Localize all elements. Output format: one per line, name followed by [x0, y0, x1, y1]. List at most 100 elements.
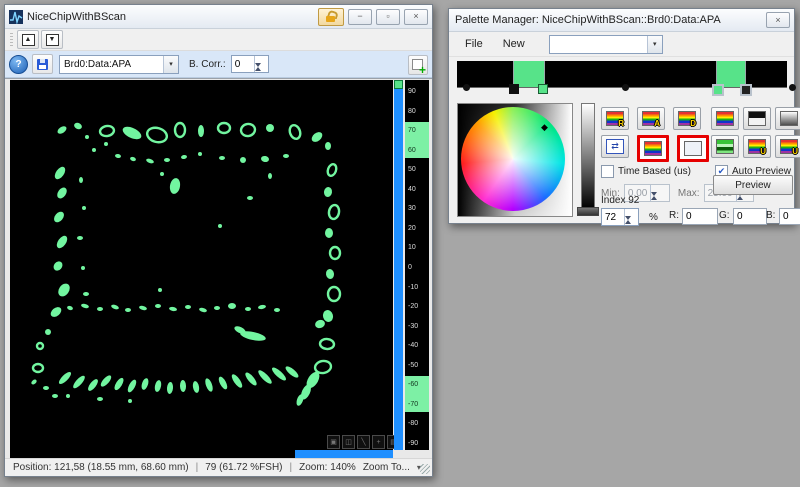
bscan-blob [85, 135, 89, 139]
bscan-blob [52, 260, 65, 273]
bscan-blob [121, 124, 143, 142]
color-wheel-marker[interactable]: ◆ [541, 123, 548, 132]
bscan-blob [115, 154, 122, 159]
pane-down-icon: ▼ [46, 34, 59, 46]
bscan-titlebar[interactable]: NiceChipWithBScan − ▫ × [5, 5, 432, 29]
viewport-tool-button[interactable]: ◫ [342, 435, 355, 449]
colorbar-tick-label: -60 [408, 381, 418, 389]
palette-marker-square[interactable] [712, 84, 724, 96]
brightness-slider-thumb[interactable] [577, 207, 599, 216]
bscan-blob [199, 307, 208, 313]
palette-marker-square[interactable] [538, 84, 548, 94]
add-view-button[interactable]: + [408, 55, 428, 75]
viewport-tool-button[interactable]: ╲ [357, 435, 370, 449]
pane-up-button[interactable]: ▲ [17, 30, 39, 49]
preview-button[interactable]: Preview [713, 175, 793, 195]
chevron-down-icon[interactable]: ▾ [163, 56, 178, 73]
colorbar-tick-label: 10 [408, 244, 416, 252]
scroll-cap[interactable] [394, 80, 403, 89]
preset-select[interactable]: ▾ [549, 35, 663, 54]
minimize-button[interactable]: − [348, 9, 372, 25]
palette-preset-button-rainbow[interactable]: U [775, 135, 800, 158]
colorbar-tick-label: -50 [408, 362, 418, 370]
palette-preset-button-gray[interactable] [775, 107, 800, 130]
horizontal-scrollbar[interactable] [5, 450, 432, 458]
viewport-tool-button[interactable]: ▣ [327, 435, 340, 449]
vertical-scrollbar[interactable] [394, 80, 403, 452]
bscan-blob [314, 319, 326, 330]
pane-down-button[interactable]: ▼ [41, 30, 63, 49]
r-field[interactable]: 0 [682, 208, 718, 225]
menu-file[interactable]: File [455, 35, 493, 53]
palette-titlebar[interactable]: Palette Manager: NiceChipWithBScan::Brd0… [449, 9, 794, 32]
b-field[interactable]: 0 [779, 208, 800, 225]
palette-preset-button-rainbow[interactable]: A [637, 107, 665, 130]
save-button[interactable] [32, 54, 53, 74]
bscan-blob [288, 124, 302, 141]
chevron-down-icon[interactable]: ▾ [647, 36, 662, 53]
bscan-blob [37, 343, 43, 349]
palette-preset-button-rainbow[interactable]: D [673, 107, 701, 130]
resize-grip[interactable] [420, 464, 430, 474]
rainbow-palette-icon: R [606, 111, 624, 126]
time-based-checkbox[interactable]: Time Based (us) [601, 165, 691, 178]
palette-content: ◆ RAD ⇄ UU Time Based (us) Min: 0.00 Max… [449, 57, 794, 223]
palette-marker-circle[interactable] [463, 84, 470, 91]
bscan-blob [328, 204, 340, 220]
hscroll-thumb[interactable] [295, 450, 393, 458]
checkbox-icon[interactable] [601, 165, 614, 178]
menu-new[interactable]: New [493, 35, 535, 53]
bscan-blob [270, 366, 287, 383]
bscan-blob [56, 125, 68, 136]
palette-marker-square[interactable] [509, 84, 519, 94]
close-button[interactable]: × [404, 9, 428, 25]
status-bar: Position: 121,58 (18.55 mm, 68.60 mm) | … [5, 458, 432, 476]
close-button[interactable]: × [766, 12, 790, 28]
palette-preset-button-rainbow[interactable] [711, 107, 739, 130]
zoom-to-dropdown[interactable]: Zoom To... [363, 462, 410, 473]
bscan-image[interactable] [10, 80, 393, 452]
palette-marker-circle[interactable] [622, 84, 629, 91]
palette-window-title: Palette Manager: NiceChipWithBScan::Brd0… [455, 14, 762, 26]
viewport-tool-button[interactable]: + [372, 435, 385, 449]
bscan-blob [325, 142, 331, 150]
status-position: Position: 121,58 (18.55 mm, 68.60 mm) [13, 462, 189, 473]
bscan-blob [169, 177, 182, 194]
palette-preset-button-white[interactable] [677, 135, 709, 162]
bcorr-label: B. Corr.: [189, 59, 226, 70]
palette-strip-markers [457, 81, 787, 95]
spin-down-icon[interactable] [255, 67, 267, 78]
bscan-blob [181, 155, 188, 160]
g-field[interactable]: 0 [733, 208, 767, 225]
palette-marker-square[interactable] [740, 84, 752, 96]
bscan-blob [66, 394, 70, 398]
help-button[interactable]: ? [9, 55, 28, 74]
palette-preset-button-arrows[interactable]: ⇄ [601, 135, 629, 158]
bscan-blob [192, 381, 200, 394]
brightness-slider[interactable] [581, 103, 595, 209]
toolbar-grip[interactable] [10, 33, 13, 47]
bscan-blob [217, 375, 229, 390]
percent-stepper[interactable]: 72 [601, 208, 639, 226]
palette-preset-button-rainbow[interactable]: U [743, 135, 771, 158]
color-wheel[interactable]: ◆ [461, 107, 565, 211]
palette-preset-button-rainbow[interactable] [637, 135, 669, 162]
bscan-blob [284, 365, 300, 380]
time-based-label: Time Based (us) [618, 166, 691, 177]
colorbar-tick-label: -20 [408, 303, 418, 311]
palette-preset-button-green[interactable] [711, 135, 739, 158]
bscan-blob [198, 152, 202, 156]
palette-preset-button-bw[interactable] [743, 107, 771, 130]
colorbar-tick-label: 80 [408, 108, 416, 116]
index-label: Index 92 [601, 195, 639, 206]
data-source-select[interactable]: Brd0:Data:APA ▾ [59, 55, 179, 74]
lock-button[interactable] [318, 8, 344, 26]
bscan-blob [180, 380, 186, 392]
bscan-blob [258, 304, 267, 309]
palette-marker-circle[interactable] [789, 84, 796, 91]
bscan-blob [113, 376, 126, 391]
restore-button[interactable]: ▫ [376, 9, 400, 25]
amplitude-colorbar[interactable]: 9080706050403020100-10-20-30-40-50-60-70… [405, 80, 429, 452]
palette-preset-button-rainbow[interactable]: R [601, 107, 629, 130]
bcorr-stepper[interactable]: 0 [231, 55, 269, 73]
